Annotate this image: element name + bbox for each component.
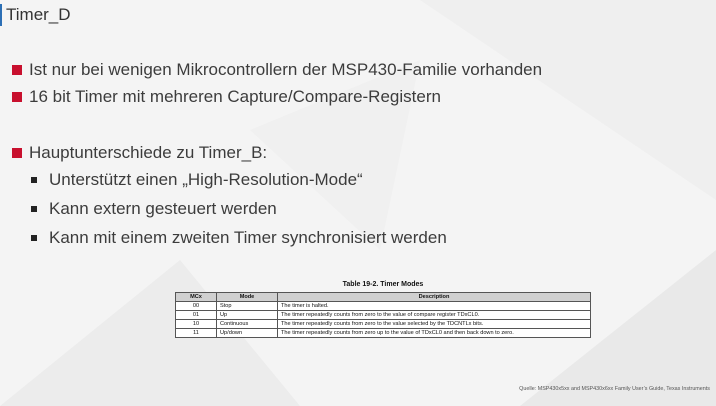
table-row: 01 Up The timer repeatedly counts from z…	[175, 310, 591, 320]
table-cell: 10	[175, 319, 217, 329]
bullet-item: 16 bit Timer mit mehreren Capture/Compar…	[12, 85, 542, 109]
table-header-cell: MCx	[175, 292, 217, 302]
bullet-list: Ist nur bei wenigen Mikrocontrollern der…	[12, 58, 542, 255]
table-header-cell: Description	[277, 292, 591, 302]
timer-modes-table: MCx Mode Description 00 Stop The timer i…	[175, 292, 591, 338]
table-cell: 01	[175, 310, 217, 320]
table-caption: Table 19-2. Timer Modes	[342, 281, 424, 288]
table-cell: The timer repeatedly counts from zero to…	[277, 310, 591, 320]
table-row: 00 Stop The timer is halted.	[175, 301, 591, 311]
timer-modes-table-block: Table 19-2. Timer Modes MCx Mode Descrip…	[175, 281, 591, 338]
table-header-cell: Mode	[216, 292, 278, 302]
table-row: 10 Continuous The timer repeatedly count…	[175, 319, 591, 329]
table-cell: The timer repeatedly counts from zero up…	[277, 328, 591, 338]
slide-title: Timer_D	[6, 5, 71, 24]
table-header-row: MCx Mode Description	[175, 292, 591, 302]
sub-bullet-item: Kann mit einem zweiten Timer synchronisi…	[28, 226, 542, 250]
table-cell: Up	[216, 310, 278, 320]
table-cell: The timer is halted.	[277, 301, 591, 311]
table-cell: 11	[175, 328, 217, 338]
table-cell: Continuous	[216, 319, 278, 329]
bullet-item: Hauptunterschiede zu Timer_B:	[12, 141, 542, 165]
table-cell: Up/down	[216, 328, 278, 338]
source-citation: Quelle: MSP430x5xx and MSP430x6xx Family…	[519, 386, 710, 392]
table-cell: The timer repeatedly counts from zero to…	[277, 319, 591, 329]
title-accent-bar	[0, 4, 2, 26]
sub-bullet-list: Unterstützt einen „High-Resolution-Mode“…	[28, 168, 542, 250]
table-cell: Stop	[216, 301, 278, 311]
table-row: 11 Up/down The timer repeatedly counts f…	[175, 328, 591, 338]
bullet-item: Ist nur bei wenigen Mikrocontrollern der…	[12, 58, 542, 82]
sub-bullet-item: Kann extern gesteuert werden	[28, 197, 542, 221]
sub-bullet-item: Unterstützt einen „High-Resolution-Mode“	[28, 168, 542, 192]
table-cell: 00	[175, 301, 217, 311]
